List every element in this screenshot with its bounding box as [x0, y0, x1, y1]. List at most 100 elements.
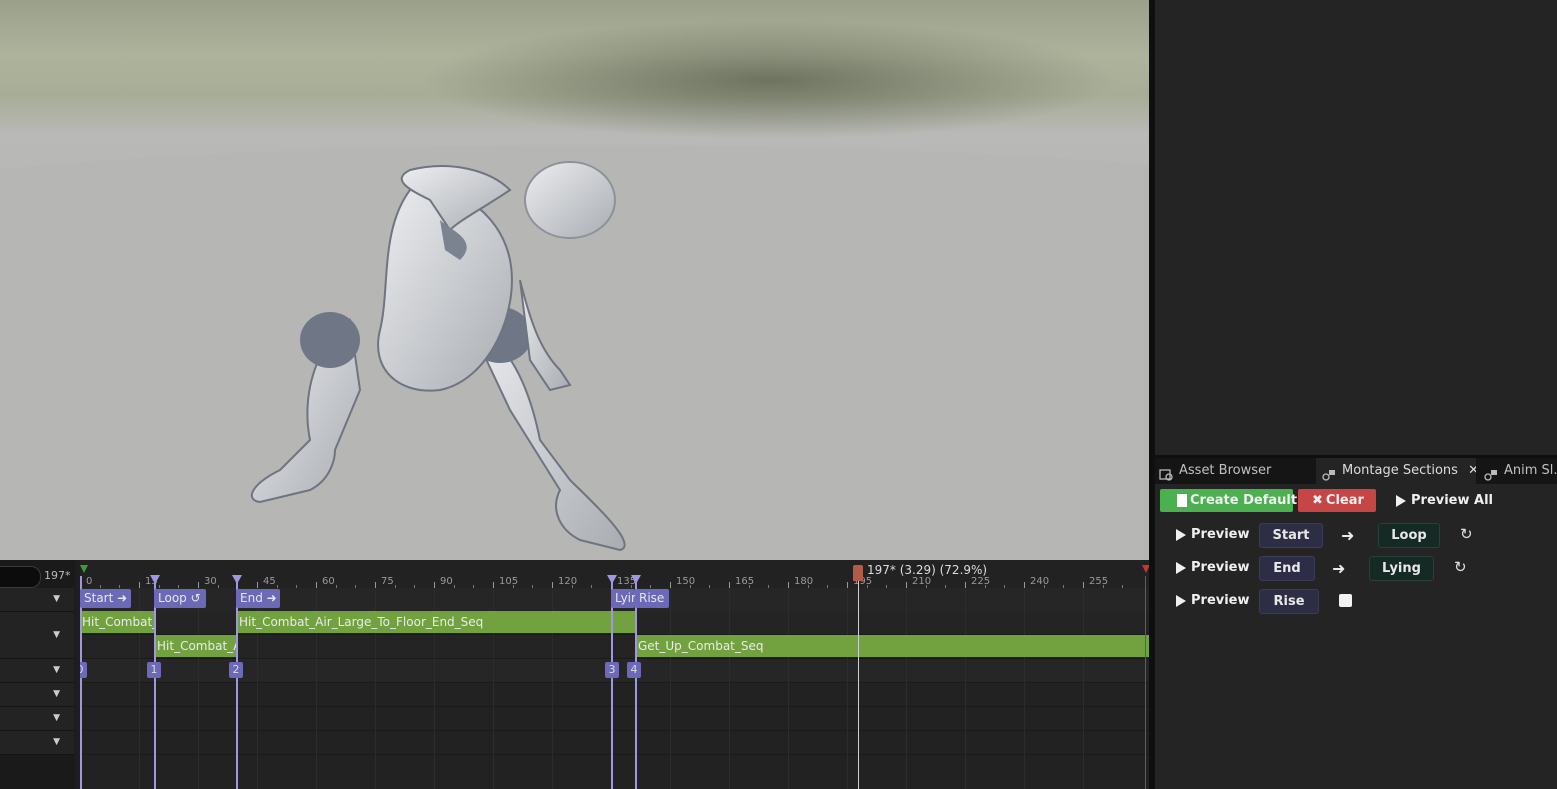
playhead-handle[interactable] [853, 565, 863, 581]
minor-tick [1044, 585, 1045, 588]
minor-tick [336, 585, 337, 588]
minor-tick [159, 585, 160, 588]
section-chip-rise[interactable]: Rise [635, 589, 669, 608]
notify-marker[interactable]: 3 [605, 662, 619, 678]
close-icon[interactable]: ✕ [1468, 463, 1476, 478]
section-chip-end[interactable]: End ➜ [236, 589, 280, 608]
notify-marker[interactable]: 4 [627, 662, 641, 678]
chevron-down-icon[interactable]: ▼ [53, 689, 60, 699]
section-lying-chip[interactable]: Lying [1369, 556, 1434, 581]
section-marker-head[interactable] [150, 575, 160, 584]
grid-line [1083, 588, 1084, 789]
chevron-down-icon[interactable]: ▼ [53, 665, 60, 675]
play-icon [1176, 561, 1186, 574]
slot-segment[interactable]: Hit_Combat_A [155, 635, 237, 657]
section-marker-head[interactable] [232, 575, 242, 584]
tab-label: Montage Sections [1342, 463, 1458, 478]
montage-sections-panel: Create Default ✖ Clear Preview All Previe… [1155, 484, 1557, 789]
track-row-attributes[interactable]: ▼ [0, 707, 74, 731]
minor-tick [532, 585, 533, 588]
preview-button[interactable]: Preview [1176, 556, 1250, 579]
tick-mark [552, 582, 553, 588]
section-label: End [240, 591, 263, 605]
minor-tick [1004, 585, 1005, 588]
section-marker-head[interactable] [631, 575, 641, 584]
minor-tick [473, 585, 474, 588]
frame-search-field[interactable] [0, 566, 41, 588]
track-row-extra[interactable]: ▼ [0, 731, 74, 755]
chevron-down-icon[interactable]: ▼ [53, 737, 60, 747]
section-marker-head[interactable] [607, 575, 617, 584]
minor-tick [768, 585, 769, 588]
minor-tick [100, 585, 101, 588]
chevron-down-icon[interactable]: ▼ [53, 630, 60, 640]
section-rise-chip[interactable]: Rise [1259, 589, 1319, 614]
arrow-right-icon: ➜ [266, 591, 277, 605]
track-row-sections[interactable]: ▼ [0, 588, 74, 612]
right-panel: Asset Browser Montage Sections ✕ Anim Sl… [1149, 0, 1557, 789]
preview-button[interactable]: Preview [1176, 523, 1250, 546]
minor-tick [808, 585, 809, 588]
tick-label: 225 [971, 576, 991, 587]
section-chip-start[interactable]: Start ➜ [80, 589, 131, 608]
loop-icon[interactable]: ↻ [1460, 525, 1473, 543]
notify-marker[interactable]: 0 [80, 662, 87, 678]
notify-marker[interactable]: 2 [229, 662, 243, 678]
section-loop-chip[interactable]: Loop [1378, 523, 1440, 548]
playhead-label: 197* (3.29) (72.9%) [867, 563, 988, 577]
arrow-right-icon: ➜ [117, 591, 128, 605]
loop-icon[interactable]: ↻ [1454, 558, 1467, 576]
chevron-down-icon[interactable]: ▼ [53, 594, 60, 604]
preview-viewport[interactable] [0, 0, 1149, 560]
preview-all-button[interactable]: Preview All [1396, 489, 1493, 512]
tick-mark [375, 582, 376, 588]
tick-mark [847, 582, 848, 588]
section-chip-loop[interactable]: Loop ↺ [154, 589, 206, 608]
playhead-line[interactable] [858, 576, 859, 789]
tab-asset-browser[interactable]: Asset Browser [1155, 458, 1315, 484]
section-end-chip[interactable]: End [1259, 556, 1315, 581]
montage-timeline[interactable]: 197* ▼ ▼ ▼ ▼ ▼ ▼ 0 15 30 45 60 75 90 105… [0, 560, 1149, 789]
tab-montage-sections[interactable]: Montage Sections ✕ [1316, 458, 1476, 484]
track-row-slot[interactable]: ▼ [0, 612, 74, 659]
minor-tick [395, 585, 396, 588]
tick-label: 240 [1030, 576, 1050, 587]
notify-marker[interactable]: 1 [147, 662, 161, 678]
slot-segment[interactable]: Hit_Combat_ [80, 611, 155, 633]
tab-anim-slot[interactable]: Anim Sl...M [1478, 458, 1557, 484]
tick-mark [729, 582, 730, 588]
minor-tick [1103, 585, 1104, 588]
clear-button[interactable]: ✖ Clear [1298, 489, 1376, 512]
tick-mark [316, 582, 317, 588]
create-default-button[interactable]: Create Default [1160, 489, 1297, 512]
chevron-down-icon[interactable]: ▼ [53, 713, 60, 723]
slot-segment[interactable]: Get_Up_Combat_Seq [636, 635, 1149, 657]
track-row-notifies[interactable]: ▼ [0, 659, 74, 683]
tick-mark [906, 582, 907, 588]
button-label: Preview [1191, 593, 1250, 608]
loop-checkbox[interactable] [1339, 594, 1352, 607]
section-chip-lying[interactable]: Lyir [611, 589, 635, 608]
timeline-track-area[interactable]: 0 15 30 45 60 75 90 105 120 135 150 165 … [80, 560, 1149, 789]
track-row-curves[interactable]: ▼ [0, 683, 74, 707]
section-start-chip[interactable]: Start [1259, 523, 1323, 548]
arrow-right-icon[interactable]: ➜ [1332, 559, 1345, 578]
section-label: Rise [639, 591, 665, 605]
tick-label: 165 [735, 576, 755, 587]
tick-label: 255 [1089, 576, 1109, 587]
minor-tick [296, 585, 297, 588]
tick-mark [434, 582, 435, 588]
preview-button[interactable]: Preview [1176, 589, 1250, 612]
minor-tick [690, 585, 691, 588]
arrow-right-icon[interactable]: ➜ [1341, 526, 1354, 545]
slot-segment[interactable]: Hit_Combat_Air_Large_To_Floor_End_Seq [237, 611, 635, 633]
start-marker [80, 565, 88, 573]
tick-mark [139, 582, 140, 588]
anim-slot-icon [1484, 465, 1498, 481]
grid-line [847, 588, 848, 789]
button-label: Preview All [1411, 493, 1494, 508]
tick-mark [1083, 582, 1084, 588]
minor-tick [650, 585, 651, 588]
minor-tick [572, 585, 573, 588]
tick-label: 180 [794, 576, 814, 587]
